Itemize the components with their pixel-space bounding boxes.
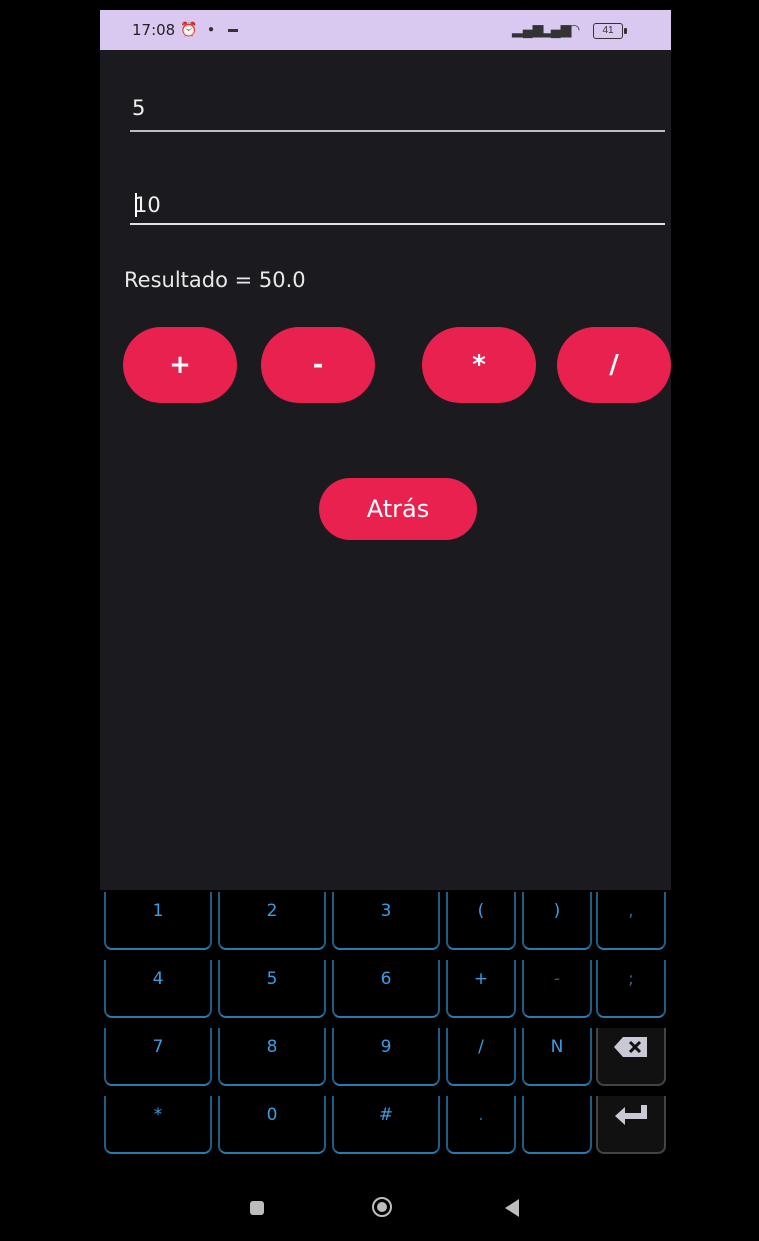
home-icon[interactable] xyxy=(372,1197,392,1217)
multiply-button[interactable]: * xyxy=(422,327,536,403)
recent-apps-icon[interactable] xyxy=(250,1201,264,1215)
wifi-icon: ◠ xyxy=(568,21,581,37)
key-slash[interactable]: / xyxy=(446,1028,516,1086)
key-backspace[interactable] xyxy=(596,1028,666,1086)
key-enter[interactable] xyxy=(596,1096,666,1154)
text-cursor xyxy=(135,193,137,217)
battery-icon: 41 xyxy=(593,23,627,39)
key-close-paren[interactable]: ) xyxy=(522,892,592,950)
key-9[interactable]: 9 xyxy=(332,1028,440,1086)
signal-icon-2: ▂▄▆ xyxy=(540,21,572,37)
key-2[interactable]: 2 xyxy=(218,892,326,950)
key-4[interactable]: 4 xyxy=(104,960,212,1018)
key-plus[interactable]: + xyxy=(446,960,516,1018)
key-minus[interactable]: - xyxy=(522,960,592,1018)
key-period[interactable]: . xyxy=(446,1096,516,1154)
key-6[interactable]: 6 xyxy=(332,960,440,1018)
key-7[interactable]: 7 xyxy=(104,1028,212,1086)
numeric-keyboard: 1 2 3 ( ) , 4 5 6 + - ; 7 8 9 / N * 0 # … xyxy=(100,890,671,1175)
key-3[interactable]: 3 xyxy=(332,892,440,950)
key-8[interactable]: 8 xyxy=(218,1028,326,1086)
key-comma[interactable]: , xyxy=(596,892,666,950)
status-time: 17:08 xyxy=(132,21,176,39)
result-label: Resultado = 50.0 xyxy=(124,268,306,292)
subtract-button[interactable]: - xyxy=(261,327,375,403)
phone-screen: 17:08 ⏰ ● ▬ ▂▄▆ ▂▄▆ ◠ 41 5 10 Resultado … xyxy=(100,0,671,1241)
number-input-1[interactable]: 5 xyxy=(130,92,665,132)
key-hash[interactable]: # xyxy=(332,1096,440,1154)
key-blank[interactable] xyxy=(522,1096,592,1154)
key-n[interactable]: N xyxy=(522,1028,592,1086)
key-open-paren[interactable]: ( xyxy=(446,892,516,950)
key-5[interactable]: 5 xyxy=(218,960,326,1018)
back-button[interactable]: Atrás xyxy=(319,478,477,540)
notification-icon: ● xyxy=(208,24,215,35)
alarm-icon: ⏰ xyxy=(180,21,198,37)
calculator-screen: 5 10 Resultado = 50.0 + - * / Atrás xyxy=(100,50,671,890)
key-1[interactable]: 1 xyxy=(104,892,212,950)
status-bar: 17:08 ⏰ ● ▬ ▂▄▆ ▂▄▆ ◠ 41 xyxy=(100,10,671,50)
key-asterisk[interactable]: * xyxy=(104,1096,212,1154)
key-0[interactable]: 0 xyxy=(218,1096,326,1154)
add-button[interactable]: + xyxy=(123,327,237,403)
number-input-1-value: 5 xyxy=(132,96,146,120)
message-icon: ▬ xyxy=(228,24,238,35)
navigation-bar xyxy=(100,1175,671,1241)
enter-icon xyxy=(615,1105,647,1125)
signal-icon: ▂▄▆ xyxy=(512,21,544,37)
number-input-2-value: 10 xyxy=(134,193,161,217)
divide-button[interactable]: / xyxy=(557,327,671,403)
back-nav-icon[interactable] xyxy=(505,1199,519,1217)
number-input-2[interactable]: 10 xyxy=(130,185,665,225)
key-semicolon[interactable]: ; xyxy=(596,960,666,1018)
backspace-icon xyxy=(614,1037,647,1057)
